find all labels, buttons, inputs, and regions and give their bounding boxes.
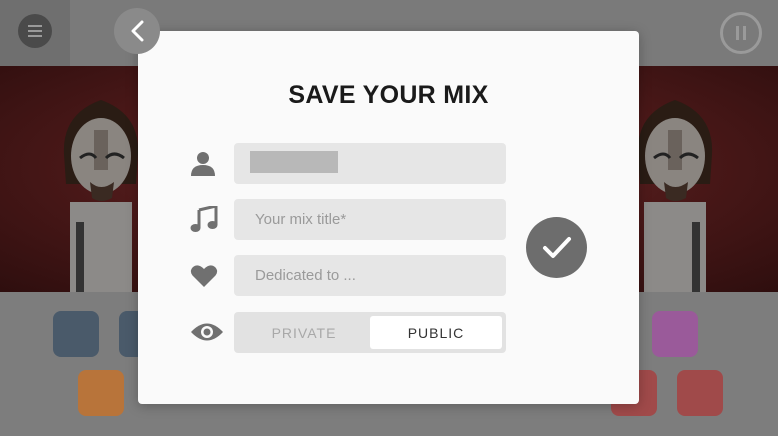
dialog-title: SAVE YOUR MIX — [288, 81, 489, 109]
heart-icon — [190, 260, 218, 292]
dedicated-to-field[interactable] — [234, 255, 506, 296]
checkmark-icon — [542, 236, 571, 258]
mix-title-field[interactable] — [234, 199, 506, 240]
eye-icon — [190, 316, 224, 348]
public-option[interactable]: PUBLIC — [370, 316, 502, 349]
dedicated-to-input[interactable] — [255, 255, 506, 296]
back-button[interactable] — [114, 8, 160, 54]
sound-icon-hat[interactable] — [53, 311, 99, 357]
username-field[interactable] — [234, 143, 506, 184]
pause-button[interactable] — [720, 12, 762, 54]
save-mix-dialog: SAVE YOUR MIX Your mix title* Dedicated … — [138, 31, 639, 404]
visibility-toggle: PRIVATE PUBLIC — [234, 312, 506, 353]
music-note-icon — [190, 203, 218, 235]
chevron-left-icon — [131, 20, 144, 42]
sound-icon-helmet[interactable] — [652, 311, 698, 357]
private-option[interactable]: PRIVATE — [238, 316, 370, 349]
confirm-button[interactable] — [526, 217, 587, 278]
hamburger-icon — [28, 25, 42, 37]
user-icon — [190, 147, 216, 179]
username-redacted — [250, 151, 338, 173]
sound-icon-radio[interactable] — [78, 370, 124, 416]
sound-icon-crown[interactable] — [677, 370, 723, 416]
pause-icon — [736, 26, 746, 40]
menu-button[interactable] — [18, 14, 52, 48]
character-left — [63, 100, 139, 292]
character-right — [637, 100, 713, 292]
mix-title-input[interactable] — [255, 199, 506, 240]
